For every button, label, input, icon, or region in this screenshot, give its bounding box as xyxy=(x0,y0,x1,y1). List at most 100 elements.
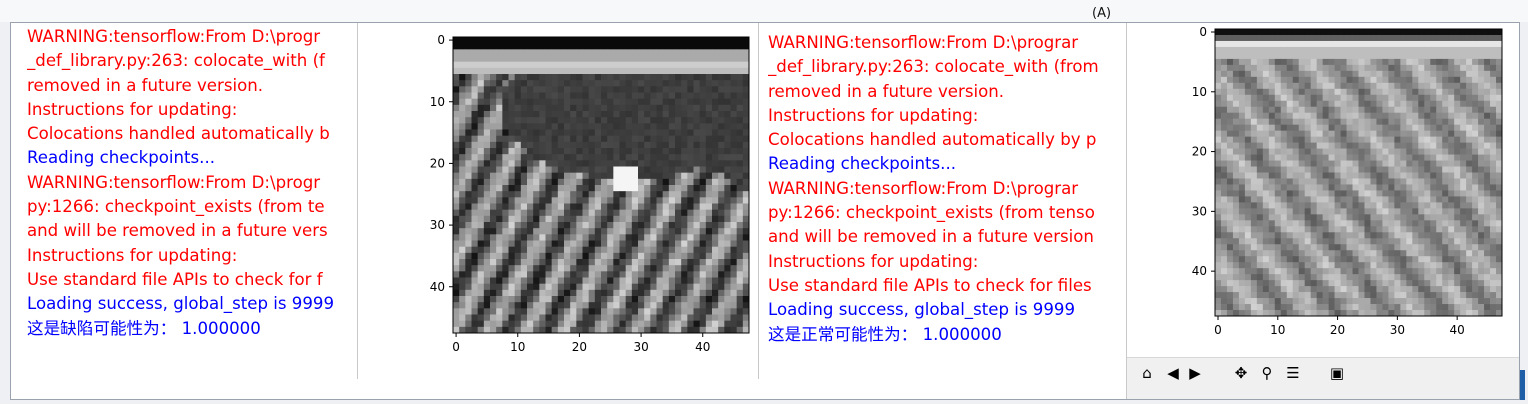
heatmap-cell xyxy=(619,43,627,50)
heatmap-cell xyxy=(1220,178,1228,185)
heatmap-cell xyxy=(650,43,657,50)
heatmap-cell xyxy=(1388,244,1395,251)
heatmap-cell xyxy=(1370,190,1377,197)
heatmap-cell xyxy=(1472,262,1479,269)
heatmap-cell xyxy=(1328,208,1335,215)
save-icon[interactable]: ▣ xyxy=(1327,364,1347,382)
heatmap-cell xyxy=(1382,274,1389,281)
heatmap-cell xyxy=(465,129,472,137)
heatmap-cell xyxy=(705,141,713,149)
heatmap-cell xyxy=(1424,46,1431,54)
heatmap-cell xyxy=(1268,214,1276,221)
heatmap-cell xyxy=(1280,220,1288,227)
heatmap-cell xyxy=(730,178,738,186)
heatmap-cell xyxy=(705,74,713,81)
heatmap-cell xyxy=(1358,298,1365,305)
heatmap-cell xyxy=(1496,280,1503,287)
heatmap-cell xyxy=(570,160,577,167)
x-tick-label: 40 xyxy=(695,340,710,354)
figure-window-defect[interactable]: 0 0 10 10 20 20 30 30 40 40 xyxy=(357,23,759,379)
heatmap-cell xyxy=(545,172,553,180)
heatmap-cell xyxy=(1232,310,1240,317)
heatmap-cell xyxy=(496,252,503,260)
heatmap-cell xyxy=(557,265,565,272)
heatmap-cell xyxy=(1454,154,1461,161)
heatmap-cell xyxy=(718,61,725,69)
heatmap-cell xyxy=(1412,286,1419,293)
heatmap-cell xyxy=(718,129,725,137)
back-icon[interactable]: ◀ xyxy=(1163,364,1183,382)
heatmap-cell xyxy=(736,209,744,217)
heatmap-cell xyxy=(681,67,688,75)
heatmap-cell xyxy=(1340,148,1347,155)
figure-window-normal[interactable]: 0 0 10 10 20 20 30 30 40 40 ⌂ ◀ ▶ ✥ ⚲ ☰ ▣ xyxy=(1126,23,1519,399)
heatmap-cell xyxy=(1322,256,1329,263)
forward-icon[interactable]: ▶ xyxy=(1185,364,1205,382)
heatmap-cell xyxy=(1262,94,1270,102)
heatmap-cell xyxy=(1298,118,1306,126)
heatmap-cell xyxy=(1466,112,1473,120)
heatmap-cell xyxy=(1394,196,1401,203)
heatmap-cell xyxy=(1496,286,1503,293)
heatmap-cell xyxy=(539,326,546,334)
configure-icon[interactable]: ☰ xyxy=(1283,364,1303,382)
console-output-defect[interactable]: WARNING:tensorflow:From D:\progr _def_lib… xyxy=(27,25,367,379)
heatmap-cell xyxy=(1382,166,1389,173)
heatmap-cell xyxy=(520,209,528,217)
heatmap-cell xyxy=(1262,88,1270,96)
heatmap-cell xyxy=(1478,190,1485,197)
heatmap-cell xyxy=(1286,130,1294,137)
heatmap-cell xyxy=(699,289,707,297)
x-tick-label: 0 xyxy=(1214,323,1222,337)
heatmap-cell xyxy=(1274,262,1282,269)
heatmap-cell xyxy=(1310,29,1317,36)
console-output-normal[interactable]: WARNING:tensorflow:From D:\prograr _def_l… xyxy=(768,31,1125,379)
heatmap-cell xyxy=(1310,118,1317,126)
heatmap-cell xyxy=(465,92,472,100)
heatmap-cell xyxy=(1400,286,1407,293)
heatmap-cell xyxy=(1376,46,1383,54)
heatmap-cell xyxy=(1430,208,1437,215)
heatmap-cell xyxy=(656,326,664,334)
heatmap-cell xyxy=(1358,250,1365,257)
heatmap-cell xyxy=(1244,34,1252,42)
home-icon[interactable]: ⌂ xyxy=(1137,364,1157,382)
console-line: and will be removed in a future version xyxy=(768,227,1094,247)
heatmap-cell xyxy=(668,160,676,167)
heatmap-cell xyxy=(1304,226,1312,233)
heatmap-cell xyxy=(631,98,639,106)
heatmap-cell xyxy=(1418,154,1425,161)
heatmap-cell xyxy=(1370,226,1377,233)
heatmap-cell xyxy=(1472,46,1479,54)
heatmap-cell xyxy=(1220,214,1228,221)
heatmap-cell xyxy=(742,246,750,254)
heatmap-cell xyxy=(1484,304,1491,311)
heatmap-cell xyxy=(1448,220,1455,227)
heatmap-cell xyxy=(1316,304,1323,311)
heatmap-cell xyxy=(551,302,559,309)
heatmap-cell xyxy=(1215,208,1222,215)
heatmap-cell xyxy=(1316,148,1323,155)
heatmap-cell xyxy=(705,215,713,223)
heatmap-cell xyxy=(1256,226,1264,233)
heatmap-cell xyxy=(619,55,627,63)
heatmap-cell xyxy=(459,178,466,186)
heatmap-cell xyxy=(1286,226,1294,233)
pan-icon[interactable]: ✥ xyxy=(1231,364,1251,382)
heatmap-cell xyxy=(508,289,516,297)
heatmap-cell xyxy=(551,92,559,100)
heatmap-cell xyxy=(1292,292,1300,299)
heatmap-cell xyxy=(1226,100,1234,108)
heatmap-cell xyxy=(625,240,633,248)
heatmap-cell xyxy=(551,228,559,235)
heatmap-cell xyxy=(656,86,664,93)
heatmap-cell xyxy=(1310,304,1317,311)
zoom-icon[interactable]: ⚲ xyxy=(1257,364,1277,382)
heatmap-cell xyxy=(1478,76,1485,84)
heatmap-cell xyxy=(1215,172,1222,179)
heatmap-cell xyxy=(557,203,565,211)
heatmap-cell xyxy=(582,246,590,254)
heatmap-cell xyxy=(1430,202,1437,209)
heatmap-cell xyxy=(1328,70,1335,78)
heatmap-cell xyxy=(539,228,546,235)
